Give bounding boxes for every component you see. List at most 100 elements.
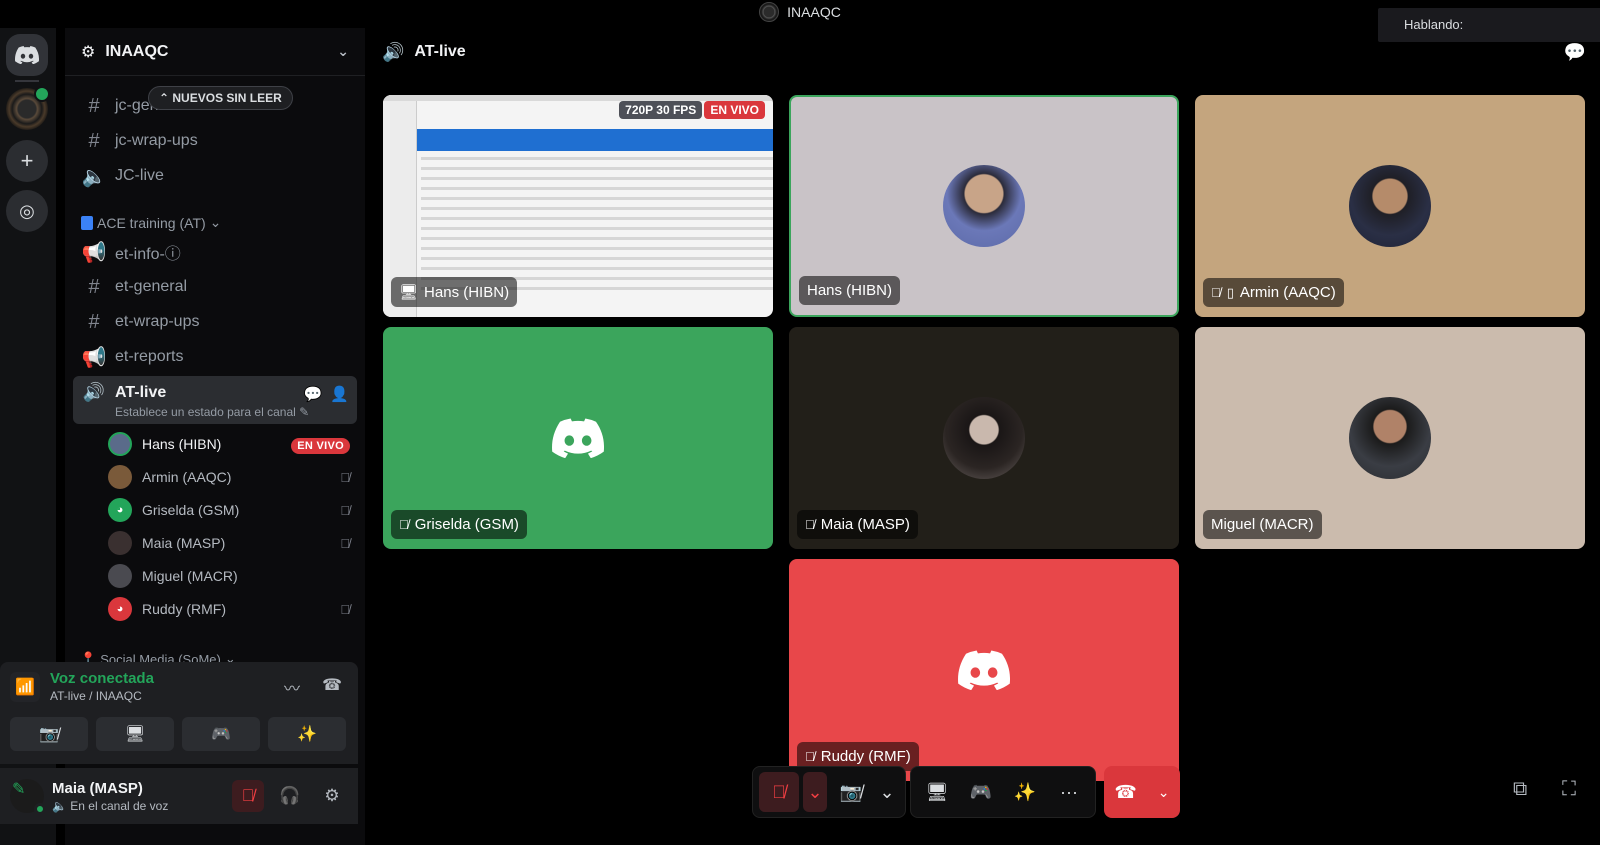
screenshot-row [421,227,773,230]
voice-user-name: Ruddy (RMF) [142,601,227,617]
live-badge: EN VIVO [291,437,350,454]
avatar [943,397,1025,479]
avatar: ◕ [108,597,132,621]
channel-label: jc-wrap-ups [115,132,198,149]
channel-et-general[interactable]: # et-general [73,271,357,303]
window-title: INAAQC [787,4,841,20]
tile-name-label: 🎙̸ ▯ Armin (AAQC) [1203,278,1344,307]
invite-user-icon[interactable]: 👤 [330,385,349,403]
speaker-icon: 🔊 [82,382,106,402]
tile-maia[interactable]: 🎙̸ Maia (MASP) [789,327,1179,549]
channel-status-text: Establece un estado para el canal [115,405,296,419]
disconnect-icon[interactable]: ☎ [322,675,342,699]
tile-name: Miguel (MACR) [1211,516,1314,533]
tile-griselda[interactable]: 🎙̸ Griselda (GSM) [383,327,773,549]
soundboard-icon: ✨ [1013,781,1037,802]
channel-status-setter[interactable]: Establece un estado para el canal ✎ [115,405,349,419]
deafen-button[interactable]: 🎧 [274,780,306,812]
category-ace-training[interactable]: ACE training (AT) ⌄ [81,214,221,231]
avatar [108,531,132,555]
voice-user-armin[interactable]: Armin (AAQC) 🎙̸ [108,462,358,492]
user-avatar[interactable]: ✎ [10,779,46,815]
mic-muted-icon: 🎙̸ [772,781,786,802]
pop-out-icon[interactable]: ⧉ [1513,778,1527,801]
avatar [1349,397,1431,479]
discord-home-button[interactable] [6,34,48,76]
chevron-down-icon: ⌄ [879,781,895,802]
channel-jc-live[interactable]: 🔈 JC-live [73,160,357,192]
chat-bubble-icon[interactable]: 💬 [304,385,323,403]
more-options-button[interactable]: ··· [1049,772,1089,812]
tile-name-label: 🎙̸ Maia (MASP) [797,510,918,539]
mobile-icon: ▯ [1226,284,1234,300]
user-settings-button[interactable]: ⚙ [316,780,348,812]
new-unread-pill[interactable]: ⌃ NUEVOS SIN LEER [148,86,293,110]
avatar [943,165,1025,247]
voice-user-name: Griselda (GSM) [142,502,240,518]
soundboard-button[interactable]: ✨ [268,717,346,751]
add-server-button[interactable]: + [6,140,48,182]
avatar: ◕ [108,498,132,522]
screen-share-icon: 🖥 [399,284,419,301]
voice-user-maia[interactable]: Maia (MASP) 🎙̸ [108,528,358,558]
channel-at-live-active[interactable]: 🔊 AT-live Establece un estado para el ca… [73,376,357,424]
channel-et-info[interactable]: 📢 et-info-ⓘ [73,236,357,268]
noise-suppression-icon[interactable]: 〰 [284,675,300,699]
screen-share-button[interactable]: 🖥 [96,717,174,751]
avatar [108,432,132,456]
screenshot-row [421,257,773,260]
activities-button[interactable]: 🎮 [182,717,260,751]
tile-name-label: 🎙̸ Griselda (GSM) [391,510,527,539]
gamepad-icon: 🎮 [211,726,231,743]
channel-label: et-info-ⓘ [115,246,181,263]
mic-muted-icon: 🎙̸ [340,469,350,485]
soundboard-button[interactable]: ✨ [1005,772,1045,812]
channel-label: et-reports [115,348,184,365]
voice-user-name: Armin (AAQC) [142,469,232,485]
server-icon-inaaqc[interactable] [6,86,50,130]
megaphone-icon: 📢 [81,241,107,264]
server-header[interactable]: ⚙ INAAQC ⌄ [65,28,365,76]
screenshot-row [421,187,773,190]
tile-ruddy[interactable]: 🎙̸ Ruddy (RMF) [789,559,1179,781]
screen-share-button[interactable]: 🖥 [917,772,957,812]
channel-jc-wrap-ups[interactable]: # jc-wrap-ups [73,125,357,157]
channel-et-reports[interactable]: 📢 et-reports [73,341,357,373]
tile-hans-camera[interactable]: Hans (HIBN) [789,95,1179,317]
camera-options-button[interactable]: ⌄ [875,772,899,812]
camera-toggle-button[interactable]: 📷̸ [10,717,88,751]
mute-button[interactable]: 🎙̸ [232,780,264,812]
screenshot-row [421,177,773,180]
disconnect-call-button[interactable]: ☎ ⌄ [1104,766,1180,818]
gamepad-icon: 🎮 [969,781,993,802]
voice-status-title[interactable]: Voz conectada [50,670,154,687]
voice-user-ruddy[interactable]: ◕ Ruddy (RMF) 🎙̸ [108,594,358,624]
tile-screen-share-hans[interactable]: 720P 30 FPS EN VIVO 🖥 Hans (HIBN) [383,95,773,317]
signal-icon[interactable]: 📶 [10,671,40,702]
screenshot-row [421,237,773,240]
chevron-down-icon: ⌄ [807,781,823,802]
tile-armin[interactable]: 🎙̸ ▯ Armin (AAQC) [1195,95,1585,317]
avatar [1349,165,1431,247]
activities-button[interactable]: 🎮 [961,772,1001,812]
title-bar: INAAQC [0,0,1600,24]
mic-muted-icon: 🎙̸ [340,601,350,617]
voice-user-hans[interactable]: Hans (HIBN) EN VIVO [108,429,358,459]
mute-button[interactable]: 🎙̸ [759,772,799,812]
live-badge: EN VIVO [704,101,765,119]
explore-button[interactable]: ◎ [6,190,48,232]
screenshot-row [421,167,773,170]
mic-options-button[interactable]: ⌄ [803,772,827,812]
chat-bubble-icon[interactable]: 💬 [1564,42,1586,63]
camera-toggle-button[interactable]: 📷̸ [831,772,871,812]
user-status-text: En el canal de voz [70,798,169,813]
voice-user-miguel[interactable]: Miguel (MACR) [108,561,358,591]
user-name: Maia (MASP) [52,779,143,797]
tile-miguel[interactable]: Miguel (MACR) [1195,327,1585,549]
screenshot-row [421,247,773,250]
channel-et-wrap-ups[interactable]: # et-wrap-ups [73,306,357,338]
voice-status-subtitle[interactable]: AT-live / INAAQC [50,689,154,703]
fullscreen-icon[interactable]: ⛶ [1562,778,1576,801]
screenshot-row [421,197,773,200]
voice-user-griselda[interactable]: ◕ Griselda (GSM) 🎙̸ [108,495,358,525]
